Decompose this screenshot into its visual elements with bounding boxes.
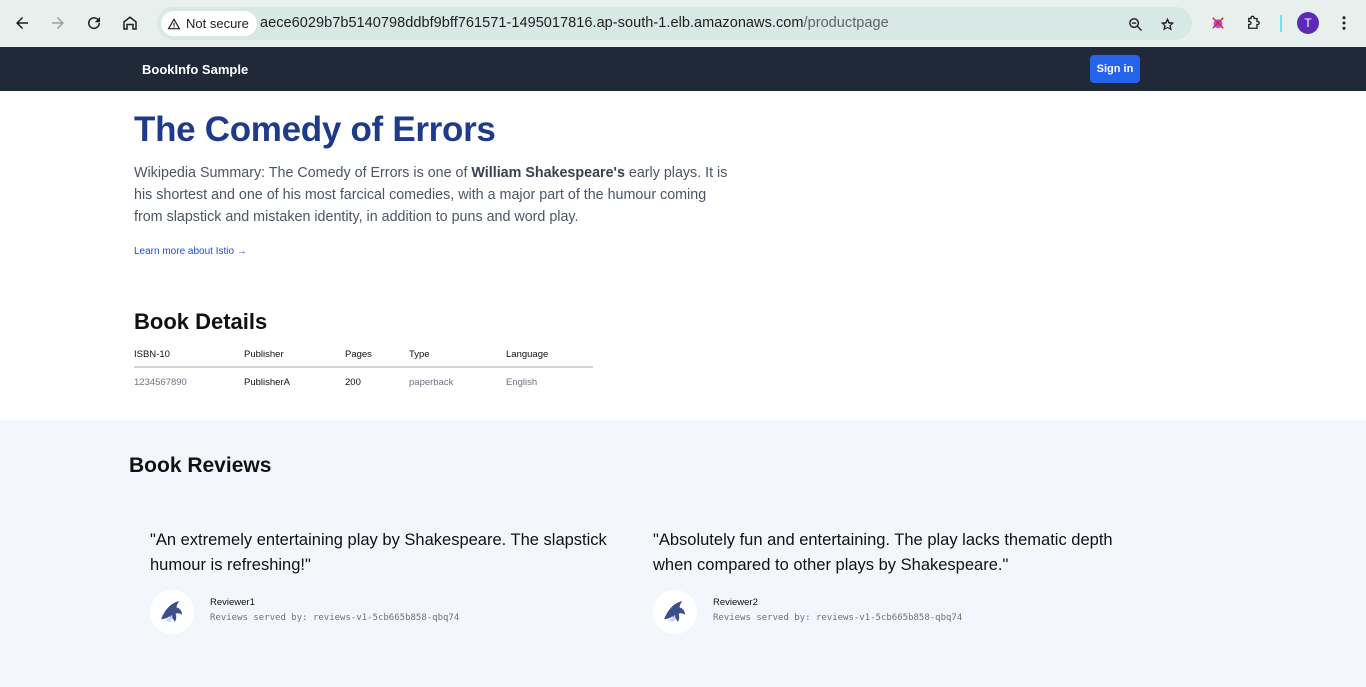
column-header: Language [506, 343, 593, 368]
table-header-row: ISBN-10 Publisher Pages Type Language [134, 343, 593, 368]
toolbar-divider [1280, 15, 1282, 32]
warning-icon [167, 17, 181, 29]
extensions-menu-button[interactable] [1243, 12, 1265, 34]
reviewer-info: Reviewer1 Reviews served by: reviews-v1-… [150, 590, 620, 634]
reviewer-avatar [653, 590, 697, 634]
publisher-cell: PublisherA [244, 377, 290, 388]
url-host: aece6029b7b5140798ddbf9bff761571-1495017… [260, 15, 804, 31]
language-cell: English [506, 377, 538, 388]
product-summary: Wikipedia Summary: The Comedy of Errors … [134, 162, 734, 228]
summary-prefix: Wikipedia Summary: The Comedy of Errors … [134, 165, 472, 181]
forward-button[interactable] [44, 9, 72, 37]
table-row: 1234567890 PublisherA 200 paperback Engl… [134, 367, 593, 397]
type-cell: paperback [409, 377, 454, 388]
home-button[interactable] [116, 9, 144, 37]
sign-in-button[interactable]: Sign in [1090, 55, 1140, 83]
profile-avatar[interactable]: T [1297, 12, 1319, 34]
puzzle-icon [1248, 15, 1260, 29]
security-label: Not secure [186, 16, 249, 31]
extension-bug-icon [1212, 17, 1224, 29]
review-card: "An extremely entertaining play by Shake… [150, 528, 620, 634]
column-header: Publisher [244, 343, 345, 368]
app-navbar: BookInfo Sample Sign in [0, 47, 1366, 91]
reviewer-name: Reviewer2 [713, 597, 758, 608]
review-quote: "Absolutely fun and entertaining. The pl… [653, 531, 1113, 574]
arrow-right-icon [52, 17, 64, 29]
browser-toolbar: Not secure aece6029b7b5140798ddbf9bff761… [0, 0, 1366, 47]
review-card: "Absolutely fun and entertaining. The pl… [653, 528, 1123, 634]
dolphin-icon [161, 601, 182, 622]
zoom-button[interactable] [1125, 14, 1145, 34]
bookmark-button[interactable] [1157, 14, 1177, 34]
address-bar[interactable]: Not secure aece6029b7b5140798ddbf9bff761… [157, 7, 1192, 40]
browser-menu-button[interactable] [1333, 12, 1355, 34]
url-path: /productpage [803, 15, 889, 31]
extension-button[interactable] [1207, 12, 1229, 34]
reviews-section: Book Reviews "An extremely entertaining … [0, 420, 1366, 687]
kebab-menu-icon [1342, 16, 1346, 30]
pages-cell: 200 [345, 377, 361, 388]
book-details-table: ISBN-10 Publisher Pages Type Language 12… [134, 343, 593, 397]
url-text[interactable]: aece6029b7b5140798ddbf9bff761571-1495017… [260, 15, 889, 31]
zoom-icon [1128, 17, 1142, 31]
served-by-text: Reviews served by: reviews-v1-5cb665b858… [210, 613, 460, 623]
book-reviews-heading: Book Reviews [129, 454, 272, 477]
reviewer-name: Reviewer1 [210, 597, 255, 608]
book-details-heading: Book Details [134, 309, 268, 334]
summary-author: William Shakespeare's [471, 165, 625, 181]
column-header: Pages [345, 343, 409, 368]
security-chip[interactable]: Not secure [161, 11, 257, 36]
arrow-left-icon [16, 17, 28, 29]
home-icon [123, 16, 137, 30]
reviewer-avatar [150, 590, 194, 634]
reload-icon [88, 17, 101, 30]
review-quote: "An extremely entertaining play by Shake… [150, 531, 607, 574]
brand-link[interactable]: BookInfo Sample [142, 62, 248, 77]
column-header: ISBN-10 [134, 343, 244, 368]
served-by-text: Reviews served by: reviews-v1-5cb665b858… [713, 613, 963, 623]
star-icon [1160, 17, 1174, 30]
isbn-cell: 1234567890 [134, 377, 187, 388]
reviewer-info: Reviewer2 Reviews served by: reviews-v1-… [653, 590, 1123, 634]
column-header: Type [409, 343, 506, 368]
dolphin-icon [664, 601, 685, 622]
back-button[interactable] [8, 9, 36, 37]
learn-more-link[interactable]: Learn more about Istio → [134, 246, 247, 257]
page-title: The Comedy of Errors [134, 110, 496, 149]
reload-button[interactable] [80, 9, 108, 37]
